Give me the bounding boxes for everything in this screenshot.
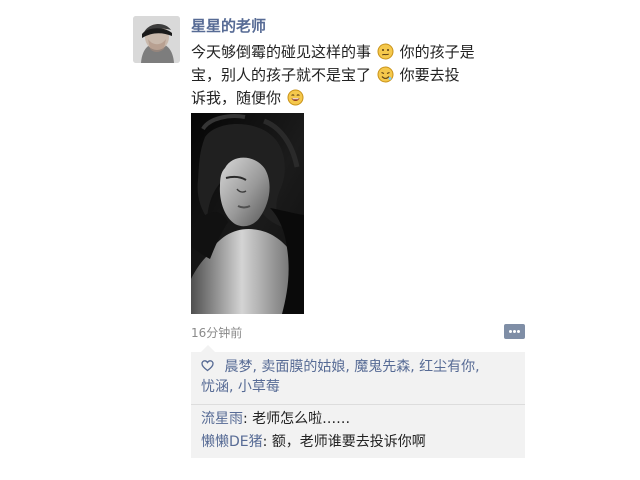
post-text: 今天够倒霉的碰见这样的事 你的孩子是 宝，别人的孩子就不是宝了 你要去投 诉我，… bbox=[191, 41, 521, 110]
dot bbox=[509, 330, 512, 333]
post-author-name[interactable]: 星星的老师 bbox=[191, 15, 266, 37]
post-text-line-2: 宝，别人的孩子就不是宝了 你要去投 bbox=[191, 64, 521, 87]
post-text-line-3: 诉我，随便你 bbox=[191, 87, 521, 110]
comment-separator: : bbox=[243, 411, 253, 427]
post-text-segment: 你要去投 bbox=[399, 66, 460, 84]
more-dots-icon[interactable] bbox=[504, 324, 525, 339]
post-text-segment: 诉我，随便你 bbox=[191, 89, 282, 107]
comment-text: 老师怎么啦…… bbox=[252, 411, 351, 427]
post-text-segment: 宝，别人的孩子就不是宝了 bbox=[191, 66, 372, 84]
grinning-face-icon bbox=[287, 89, 304, 106]
comment-item: 流星雨: 老师怎么啦…… bbox=[201, 409, 517, 429]
dot bbox=[513, 330, 516, 333]
comment-text: 额，老师谁要去投诉你啊 bbox=[271, 434, 426, 450]
divider bbox=[191, 404, 525, 405]
heart-outline-icon bbox=[201, 358, 214, 372]
liked-users-text[interactable]: 忧涵, 小草莓 bbox=[201, 379, 280, 395]
comment-author[interactable]: 流星雨 bbox=[201, 411, 243, 427]
post-photo[interactable] bbox=[191, 113, 304, 314]
likes-line-1: 晨梦, 卖面膜的姑娘, 魔鬼先森, 红尘有你, bbox=[201, 357, 517, 377]
comment-item: 懒懒DE猪: 额，老师谁要去投诉你啊 bbox=[201, 432, 517, 452]
comment-author[interactable]: 懒懒DE猪 bbox=[201, 434, 263, 450]
interaction-arrow bbox=[201, 345, 215, 352]
avatar[interactable] bbox=[133, 16, 180, 63]
post-text-segment: 你的孩子是 bbox=[399, 43, 475, 61]
liked-users-text[interactable]: 晨梦, 卖面膜的姑娘, 魔鬼先森, 红尘有你, bbox=[224, 359, 479, 375]
likes-section: 晨梦, 卖面膜的姑娘, 魔鬼先森, 红尘有你, 忧涵, 小草莓 bbox=[201, 357, 517, 397]
post-text-segment: 今天够倒霉的碰见这样的事 bbox=[191, 43, 372, 61]
confused-face-icon bbox=[377, 43, 394, 60]
post-time: 16分钟前 bbox=[191, 326, 243, 340]
post-text-line-1: 今天够倒霉的碰见这样的事 你的孩子是 bbox=[191, 41, 521, 64]
likes-line-2: 忧涵, 小草莓 bbox=[201, 377, 517, 397]
comment-separator: : bbox=[262, 434, 272, 450]
dot bbox=[517, 330, 520, 333]
drooling-face-icon bbox=[377, 66, 394, 83]
